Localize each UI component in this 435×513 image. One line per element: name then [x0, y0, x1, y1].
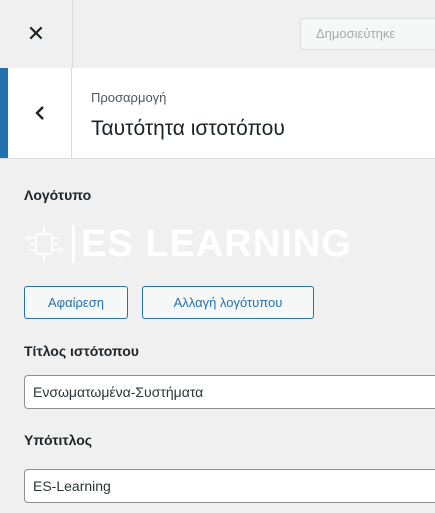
chip-icon	[25, 226, 63, 262]
tagline-input[interactable]	[24, 469, 435, 503]
logo-preview: ES LEARNING	[24, 218, 404, 270]
section-title: Ταυτότητα ιστοτόπου	[91, 117, 285, 140]
breadcrumb: Προσαρμογή	[91, 90, 167, 105]
section-header: Προσαρμογή Ταυτότητα ιστοτόπου	[0, 68, 435, 159]
chevron-left-icon	[34, 106, 44, 120]
logo-image-text: ES LEARNING	[81, 222, 352, 265]
logo-divider	[72, 225, 75, 263]
customizer-header: ✕ Δημοσιεύτηκε	[0, 0, 435, 69]
site-title-label: Τίτλος ιστότοπου	[24, 343, 139, 359]
close-customizer-button[interactable]: ✕	[0, 0, 73, 68]
tagline-label: Υπότιτλος	[24, 432, 93, 448]
logo-label: Λογότυπο	[24, 187, 92, 203]
close-icon: ✕	[26, 21, 46, 46]
change-logo-button[interactable]: Αλλαγή λογότυπου	[142, 286, 314, 319]
site-title-input[interactable]	[24, 375, 435, 409]
back-button[interactable]	[0, 68, 72, 158]
remove-logo-button[interactable]: Αφαίρεση	[24, 286, 128, 319]
publish-button[interactable]: Δημοσιεύτηκε	[300, 18, 435, 50]
